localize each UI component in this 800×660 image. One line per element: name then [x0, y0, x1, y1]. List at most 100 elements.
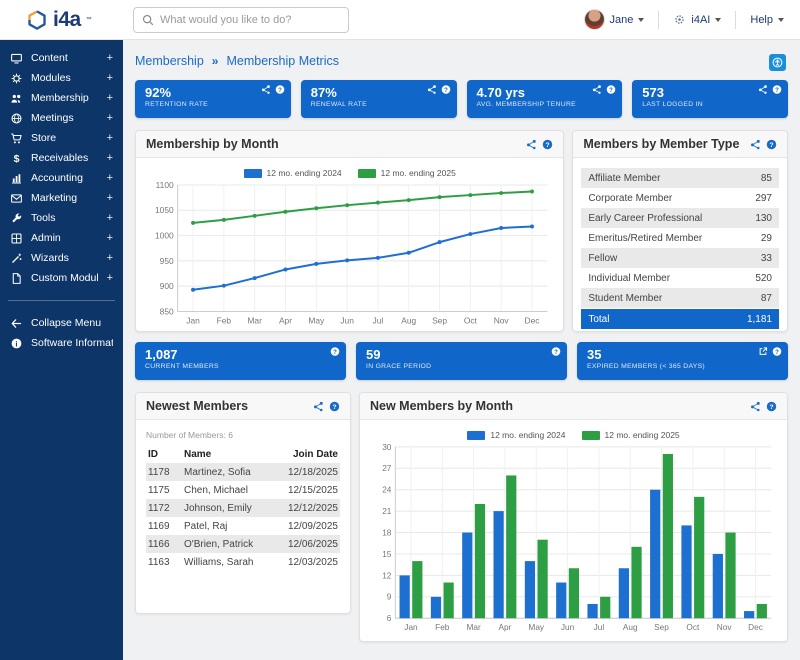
member-type-value: 87: [761, 293, 772, 304]
help-icon[interactable]: ?: [766, 401, 777, 412]
expand-plus-icon[interactable]: +: [107, 212, 113, 224]
sidebar-item-label: Wizards: [31, 252, 99, 264]
user-name: Jane: [610, 14, 634, 26]
sidebar-item-wizards[interactable]: Wizards +: [0, 248, 123, 268]
legend-label: 12 mo. ending 2025: [605, 430, 680, 440]
membership-by-month-card: Membership by Month ? 12 mo. ending 2024…: [135, 130, 564, 332]
external-link-icon[interactable]: [758, 346, 768, 356]
search-input[interactable]: [160, 14, 340, 26]
share-icon[interactable]: [313, 401, 324, 412]
global-search[interactable]: [133, 7, 349, 33]
user-menu[interactable]: Jane: [584, 9, 645, 30]
expand-plus-icon[interactable]: +: [107, 232, 113, 244]
svg-text:i: i: [15, 339, 17, 348]
search-icon: [142, 14, 154, 26]
member-type-value: 29: [761, 233, 772, 244]
expand-plus-icon[interactable]: +: [107, 152, 113, 164]
sidebar-item-receivables[interactable]: $Receivables+: [0, 148, 123, 168]
sidebar-item-label: Custom Modules: [31, 272, 99, 284]
help-icon[interactable]: ?: [542, 139, 553, 150]
envelope-icon: [10, 192, 23, 205]
file-icon: [10, 272, 23, 285]
breadcrumb-current[interactable]: Membership Metrics: [226, 54, 339, 68]
expand-plus-icon[interactable]: +: [107, 192, 113, 204]
member-type-label: Student Member: [588, 293, 662, 304]
card-title: Newest Members: [146, 399, 248, 413]
breadcrumb-membership[interactable]: Membership: [135, 54, 204, 68]
help-icon[interactable]: ?: [275, 84, 285, 94]
help-icon[interactable]: ?: [772, 84, 782, 94]
svg-text:24: 24: [382, 486, 392, 495]
help-icon[interactable]: ?: [766, 139, 777, 150]
member-join-date-cell: 12/15/2025: [278, 481, 340, 499]
i4ai-menu[interactable]: i4AI: [673, 13, 721, 26]
help-icon[interactable]: ?: [606, 84, 616, 94]
help-icon[interactable]: ?: [441, 84, 451, 94]
sidebar-item-modules[interactable]: Modules+: [0, 68, 123, 88]
sidebar-item-collapse-menu[interactable]: Collapse Menu: [0, 313, 123, 333]
member-name-cell: Johnson, Emily: [182, 499, 278, 517]
grid-icon: [10, 232, 23, 245]
expand-plus-icon[interactable]: +: [107, 112, 113, 124]
column-header: Name: [182, 446, 278, 463]
expand-plus-icon[interactable]: +: [107, 132, 113, 144]
share-icon[interactable]: [758, 84, 768, 94]
legend-item[interactable]: 12 mo. ending 2025: [582, 430, 680, 440]
dollar-icon: $: [10, 152, 23, 165]
help-icon[interactable]: ?: [330, 346, 340, 356]
svg-text:1000: 1000: [155, 231, 174, 241]
sidebar-item-label: Content: [31, 52, 99, 64]
share-icon[interactable]: [750, 139, 761, 150]
svg-text:Apr: Apr: [499, 623, 512, 632]
accessibility-icon[interactable]: [769, 54, 786, 71]
svg-text:?: ?: [444, 88, 448, 94]
sidebar-item-software-information[interactable]: iSoftware Information: [0, 333, 123, 353]
app-logo[interactable]: i4a ™: [0, 8, 123, 32]
help-icon[interactable]: ?: [329, 401, 340, 412]
member-type-value: 85: [761, 173, 772, 184]
share-icon[interactable]: [592, 84, 602, 94]
help-icon[interactable]: ?: [772, 346, 782, 356]
kpi-label: EXPIRED MEMBERS (< 365 DAYS): [587, 362, 780, 371]
divider: [658, 11, 659, 29]
legend-item[interactable]: 12 mo. ending 2024: [244, 168, 342, 178]
sidebar-item-label: Tools: [31, 212, 99, 224]
chevron-down-icon: [778, 18, 784, 22]
sidebar-item-content[interactable]: Content +: [0, 48, 123, 68]
svg-text:Aug: Aug: [401, 315, 416, 325]
share-icon[interactable]: [750, 401, 761, 412]
help-menu[interactable]: Help: [750, 14, 784, 26]
info-icon: i: [10, 337, 23, 350]
share-icon[interactable]: [261, 84, 271, 94]
sidebar-item-label: Store: [31, 132, 99, 144]
sidebar-item-store[interactable]: Store +: [0, 128, 123, 148]
expand-plus-icon[interactable]: +: [107, 92, 113, 104]
cart-icon: [10, 132, 23, 145]
help-icon[interactable]: ?: [551, 346, 561, 356]
member-type-value: 297: [755, 193, 772, 204]
sidebar-item-membership[interactable]: Membership+: [0, 88, 123, 108]
sidebar-item-tools[interactable]: Tools +: [0, 208, 123, 228]
expand-plus-icon[interactable]: +: [107, 252, 113, 264]
legend-item[interactable]: 12 mo. ending 2024: [467, 430, 565, 440]
card-title: New Members by Month: [370, 399, 513, 413]
arrow-left-icon: [10, 317, 23, 330]
svg-text:Jan: Jan: [404, 623, 418, 632]
expand-plus-icon[interactable]: +: [107, 172, 113, 184]
svg-text:Feb: Feb: [217, 315, 232, 325]
members-by-type-card: Members by Member Type ? Affiliate Membe…: [572, 130, 788, 332]
sidebar-item-meetings[interactable]: Meetings+: [0, 108, 123, 128]
sidebar-item-accounting[interactable]: Accounting+: [0, 168, 123, 188]
svg-text:Mar: Mar: [247, 315, 262, 325]
expand-plus-icon[interactable]: +: [107, 52, 113, 64]
member-id-cell: 1166: [146, 535, 182, 553]
sidebar-item-custom-modules[interactable]: Custom Modules +: [0, 268, 123, 288]
svg-text:?: ?: [775, 88, 779, 94]
sidebar-item-marketing[interactable]: Marketing+: [0, 188, 123, 208]
share-icon[interactable]: [526, 139, 537, 150]
legend-item[interactable]: 12 mo. ending 2025: [358, 168, 456, 178]
expand-plus-icon[interactable]: +: [107, 272, 113, 284]
share-icon[interactable]: [427, 84, 437, 94]
sidebar-item-admin[interactable]: Admin+: [0, 228, 123, 248]
expand-plus-icon[interactable]: +: [107, 72, 113, 84]
